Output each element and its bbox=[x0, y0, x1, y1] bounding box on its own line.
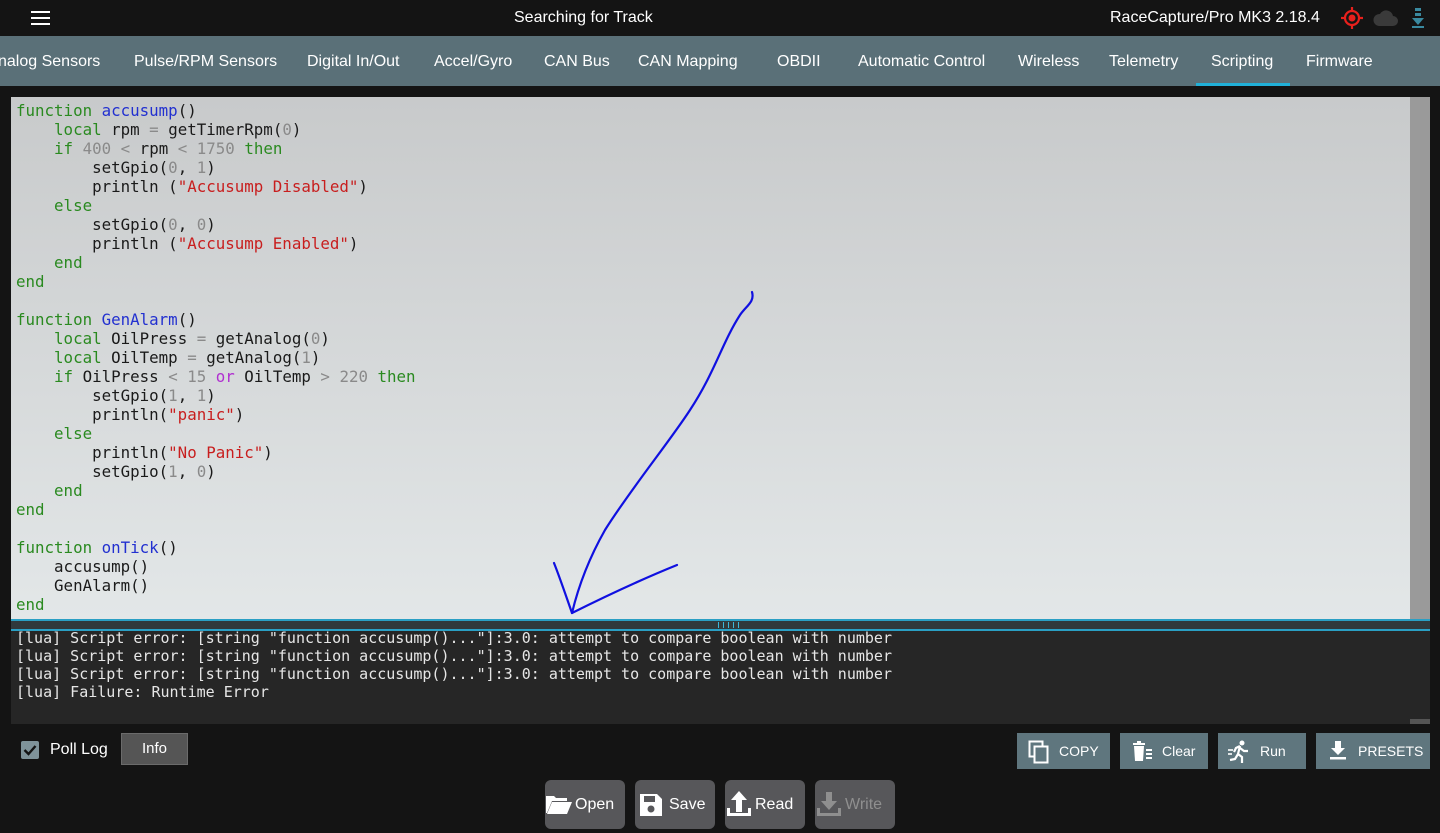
gps-target-icon[interactable] bbox=[1340, 6, 1364, 30]
save-label: Save bbox=[669, 796, 706, 813]
copy-button[interactable]: COPY bbox=[1017, 733, 1110, 769]
cloud-icon[interactable] bbox=[1373, 9, 1399, 27]
run-label: Run bbox=[1260, 743, 1286, 759]
poll-log-checkbox[interactable] bbox=[21, 741, 39, 759]
presets-label: PRESETS bbox=[1358, 743, 1424, 759]
folder-open-icon bbox=[546, 796, 572, 814]
copy-icon bbox=[1028, 740, 1049, 764]
save-icon bbox=[640, 794, 662, 816]
clear-button[interactable]: Clear bbox=[1120, 733, 1208, 769]
download-icon bbox=[817, 792, 841, 816]
tab-automatic-control[interactable]: Automatic Control bbox=[858, 53, 985, 71]
poll-log-label: Poll Log bbox=[50, 741, 108, 758]
tab-bar: nalog Sensors Pulse/RPM Sensors Digital … bbox=[0, 36, 1440, 86]
console-scrollbar[interactable] bbox=[1410, 719, 1430, 724]
clear-label: Clear bbox=[1162, 743, 1196, 759]
log-line: [lua] Script error: [string "function ac… bbox=[16, 665, 892, 683]
top-bar: Searching for Track RaceCapture/Pro MK3 … bbox=[0, 0, 1440, 36]
tab-pulse-rpm-sensors[interactable]: Pulse/RPM Sensors bbox=[134, 53, 277, 71]
upload-icon bbox=[727, 791, 751, 816]
clear-icon bbox=[1133, 741, 1152, 761]
tab-telemetry[interactable]: Telemetry bbox=[1109, 53, 1178, 71]
active-tab-indicator bbox=[1196, 83, 1290, 86]
splitter-grip[interactable] bbox=[718, 622, 742, 628]
editor-scrollbar[interactable] bbox=[1410, 97, 1430, 619]
write-button[interactable]: Write bbox=[815, 780, 895, 829]
tab-obdii[interactable]: OBDII bbox=[777, 53, 821, 71]
tab-firmware[interactable]: Firmware bbox=[1306, 53, 1373, 71]
write-label: Write bbox=[845, 796, 883, 813]
log-line: [lua] Script error: [string "function ac… bbox=[16, 631, 892, 647]
open-button[interactable]: Open bbox=[545, 780, 625, 829]
panel-splitter[interactable] bbox=[11, 619, 1430, 631]
tab-analog-sensors[interactable]: nalog Sensors bbox=[0, 53, 100, 71]
log-line: [lua] Failure: Runtime Error bbox=[16, 683, 269, 701]
log-console: [lua] Script error: [string "function ac… bbox=[11, 631, 1430, 724]
menu-icon[interactable] bbox=[31, 11, 50, 25]
tab-digital-in-out[interactable]: Digital In/Out bbox=[307, 53, 399, 71]
tab-wireless[interactable]: Wireless bbox=[1018, 53, 1079, 71]
download-icon bbox=[1330, 741, 1346, 760]
copy-label: COPY bbox=[1059, 743, 1099, 759]
log-line: [lua] Script error: [string "function ac… bbox=[16, 647, 892, 665]
save-button[interactable]: Save bbox=[635, 780, 715, 829]
script-editor[interactable]: function accusump() local rpm = getTimer… bbox=[11, 97, 1430, 619]
status-title: Searching for Track bbox=[514, 9, 653, 26]
check-icon bbox=[23, 745, 37, 756]
read-button[interactable]: Read bbox=[725, 780, 805, 829]
info-button[interactable]: Info bbox=[121, 733, 188, 765]
tab-scripting[interactable]: Scripting bbox=[1211, 53, 1273, 71]
run-icon bbox=[1228, 740, 1248, 763]
tab-can-bus[interactable]: CAN Bus bbox=[544, 53, 610, 71]
run-button[interactable]: Run bbox=[1218, 733, 1306, 769]
open-label: Open bbox=[575, 796, 615, 813]
device-title: RaceCapture/Pro MK3 2.18.4 bbox=[1110, 9, 1320, 26]
tab-accel-gyro[interactable]: Accel/Gyro bbox=[434, 53, 512, 71]
script-code[interactable]: function accusump() local rpm = getTimer… bbox=[16, 101, 416, 614]
download-icon[interactable] bbox=[1410, 7, 1426, 29]
read-label: Read bbox=[755, 796, 794, 813]
presets-button[interactable]: PRESETS bbox=[1316, 733, 1430, 769]
tab-can-mapping[interactable]: CAN Mapping bbox=[638, 53, 738, 71]
